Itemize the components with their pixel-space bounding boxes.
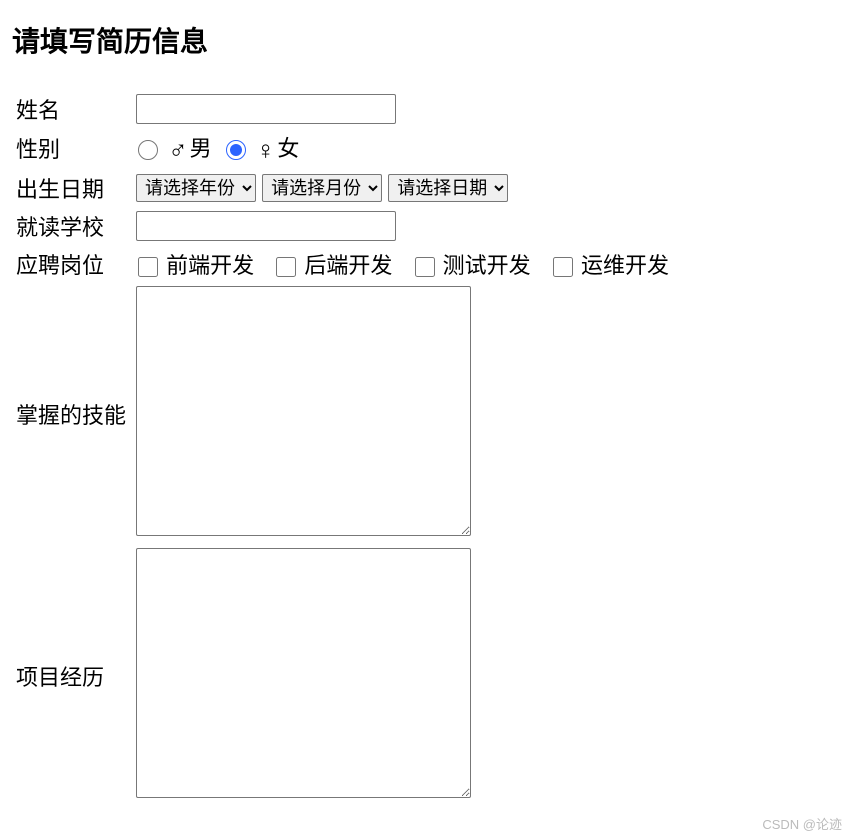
- position-checkbox-backend[interactable]: [276, 257, 296, 277]
- school-input[interactable]: [136, 211, 396, 241]
- position-text-test: 测试开发: [443, 253, 531, 278]
- gender-radio-female[interactable]: [226, 140, 246, 160]
- position-checkbox-frontend[interactable]: [138, 257, 158, 277]
- birth-year-select[interactable]: 请选择年份: [136, 174, 256, 202]
- page-title: 请填写简历信息: [12, 20, 848, 60]
- birth-label: 出生日期: [12, 169, 132, 207]
- gender-radio-male[interactable]: [138, 140, 158, 160]
- position-text-backend: 后端开发: [304, 253, 392, 278]
- position-label: 应聘岗位: [12, 245, 132, 283]
- position-text-ops: 运维开发: [581, 253, 669, 278]
- school-label: 就读学校: [12, 207, 132, 245]
- position-option-backend[interactable]: 后端开发: [274, 253, 398, 278]
- resume-form-table: 姓名 性别 ♂男 ♀女 出生日期 请选择年份 请选择月份: [12, 90, 687, 807]
- position-checkbox-test[interactable]: [415, 257, 435, 277]
- position-text-frontend: 前端开发: [166, 253, 254, 278]
- skills-textarea[interactable]: [136, 286, 471, 536]
- birth-day-select[interactable]: 请选择日期: [388, 174, 508, 202]
- gender-text-male: 男: [190, 136, 212, 161]
- birth-month-select[interactable]: 请选择月份: [262, 174, 382, 202]
- gender-option-female[interactable]: ♀女: [224, 136, 300, 161]
- gender-text-female: 女: [277, 136, 299, 161]
- name-input[interactable]: [136, 94, 396, 124]
- gender-label: 性别: [12, 128, 132, 169]
- position-option-ops[interactable]: 运维开发: [551, 253, 669, 278]
- position-checkbox-ops[interactable]: [553, 257, 573, 277]
- male-icon: ♂: [168, 135, 188, 165]
- projects-textarea[interactable]: [136, 548, 471, 798]
- watermark: CSDN @论迹: [762, 814, 842, 833]
- name-label: 姓名: [12, 90, 132, 128]
- skills-label: 掌握的技能: [12, 283, 132, 545]
- position-option-test[interactable]: 测试开发: [413, 253, 537, 278]
- female-icon: ♀: [256, 135, 276, 165]
- gender-option-male[interactable]: ♂男: [136, 136, 218, 161]
- position-option-frontend[interactable]: 前端开发: [136, 253, 260, 278]
- projects-label: 项目经历: [12, 545, 132, 807]
